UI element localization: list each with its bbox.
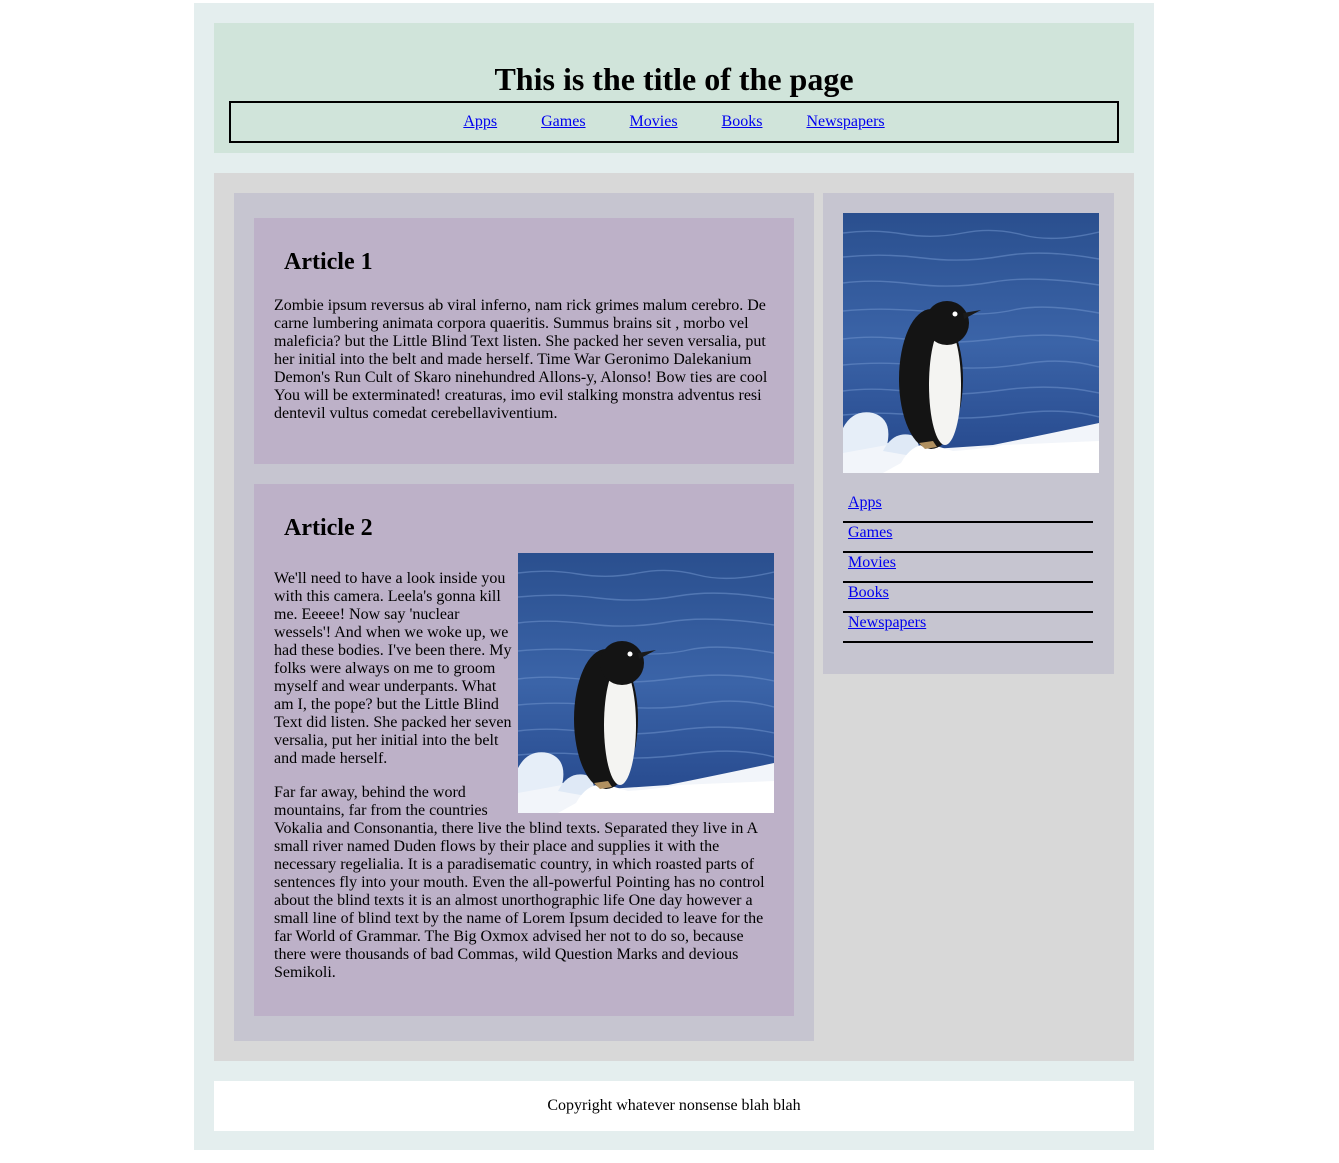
sidebar-link-movies[interactable]: Movies (848, 553, 896, 573)
sidebar-item-books: Books (843, 583, 1093, 613)
content-area: Article 1 Zombie ipsum reversus ab viral… (214, 173, 1134, 1061)
sidebar-link-books[interactable]: Books (848, 583, 889, 603)
article-1: Article 1 Zombie ipsum reversus ab viral… (254, 218, 794, 464)
sidebar-item-newspapers: Newspapers (843, 613, 1093, 643)
article-2-penguin-image (518, 553, 774, 813)
sidebar-item-movies: Movies (843, 553, 1093, 583)
top-nav-movies[interactable]: Movies (630, 113, 678, 130)
header: This is the title of the page Apps Games… (214, 23, 1134, 153)
sidebar: Apps Games Movies Books Newspapers (823, 193, 1114, 674)
article-1-heading: Article 1 (284, 249, 373, 275)
article-2-heading: Article 2 (284, 515, 373, 541)
sidebar-link-newspapers[interactable]: Newspapers (848, 613, 926, 633)
page-title: This is the title of the page (494, 61, 854, 97)
page-container: This is the title of the page Apps Games… (194, 3, 1154, 1150)
copyright-text: Copyright whatever nonsense blah blah (547, 1097, 801, 1114)
article-2-paragraph-2: Far far away, behind the word mountains,… (274, 784, 765, 981)
footer: Copyright whatever nonsense blah blah (214, 1081, 1134, 1131)
sidebar-nav: Apps Games Movies Books Newspapers (843, 493, 1093, 643)
top-nav-games[interactable]: Games (541, 113, 585, 130)
sidebar-item-games: Games (843, 523, 1093, 553)
sidebar-item-apps: Apps (843, 493, 1093, 523)
article-1-paragraph: Zombie ipsum reversus ab viral inferno, … (274, 297, 768, 422)
top-nav-apps[interactable]: Apps (463, 113, 497, 130)
top-nav: Apps Games Movies Books Newspapers (229, 101, 1119, 143)
sidebar-penguin-image (843, 213, 1099, 473)
main-column: Article 1 Zombie ipsum reversus ab viral… (234, 193, 814, 1041)
top-nav-books[interactable]: Books (722, 113, 763, 130)
top-nav-newspapers[interactable]: Newspapers (806, 113, 884, 130)
sidebar-link-games[interactable]: Games (848, 523, 892, 543)
article-2: Article 2 We'll need to have a look insi… (254, 484, 794, 1016)
sidebar-link-apps[interactable]: Apps (848, 493, 882, 513)
